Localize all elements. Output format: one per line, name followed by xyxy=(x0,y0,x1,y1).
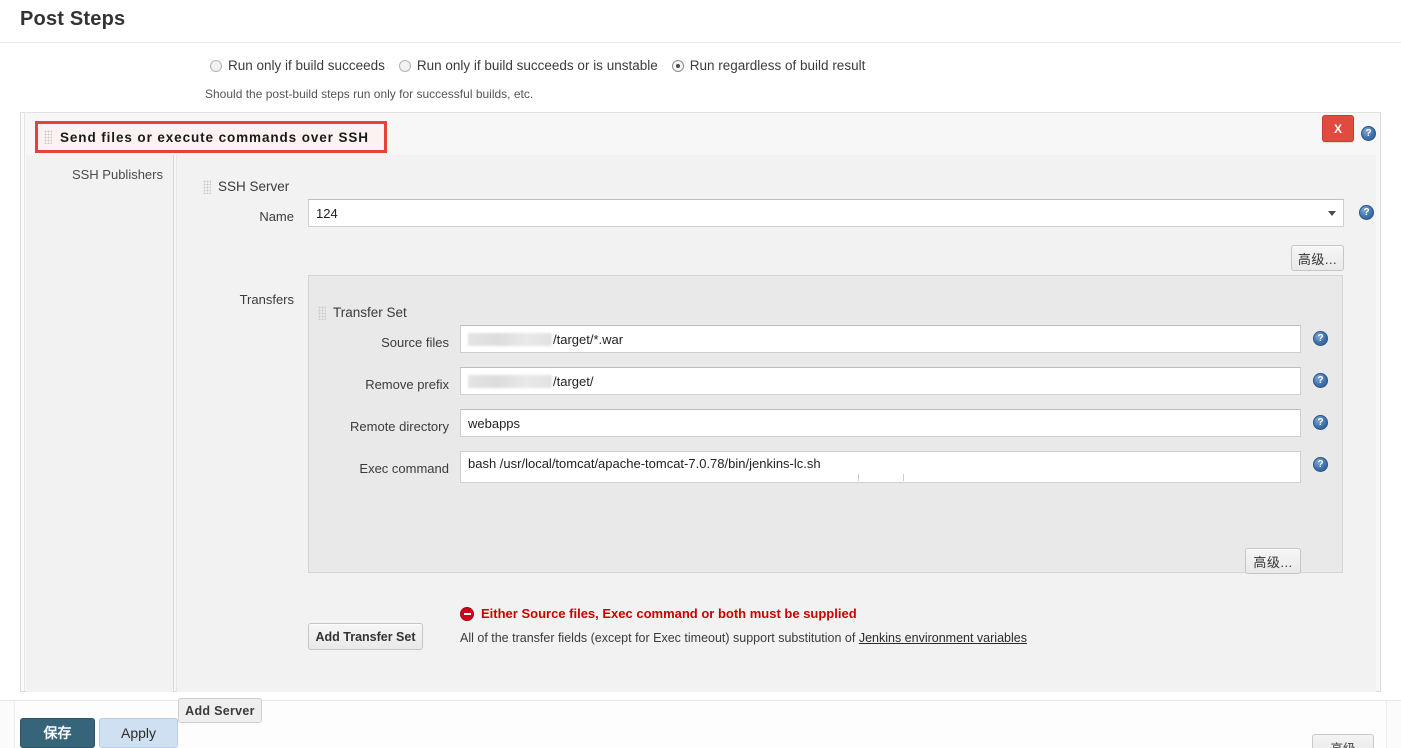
publisher-content: SSH Server Name 124 ? 高级... Transfers Tr… xyxy=(176,155,1376,692)
help-icon-publisher[interactable]: ? xyxy=(1361,126,1376,141)
title-divider xyxy=(0,42,1401,43)
ssh-server-group-header: SSH Server xyxy=(203,179,289,194)
save-button[interactable]: 保存 xyxy=(20,718,95,748)
exec-command-label: Exec command xyxy=(359,461,449,476)
note-prefix: All of the transfer fields (except for E… xyxy=(460,631,859,645)
page-title: Post Steps xyxy=(20,8,126,30)
panel-left-edge xyxy=(21,113,25,691)
help-icon-remove-prefix[interactable]: ? xyxy=(1313,373,1328,388)
radio-label: Run only if build succeeds or is unstabl… xyxy=(416,58,658,73)
transfer-fields-note: All of the transfer fields (except for E… xyxy=(460,631,1027,645)
redacted-path-block xyxy=(468,332,552,346)
ssh-server-name-select[interactable]: 124 xyxy=(308,199,1344,227)
post-step-description: Should the post-build steps run only for… xyxy=(205,87,534,101)
transfer-set-header: Transfer Set xyxy=(318,305,407,320)
drag-handle-icon[interactable] xyxy=(203,179,211,194)
chevron-down-icon[interactable] xyxy=(1328,211,1336,216)
apply-button[interactable]: Apply xyxy=(99,718,178,748)
jenkins-env-variables-link[interactable]: Jenkins environment variables xyxy=(859,631,1027,645)
radio-icon-selected[interactable] xyxy=(671,59,684,72)
radio-option-build-succeeds[interactable]: Run only if build succeeds xyxy=(210,58,385,73)
app-root: Post Steps Run only if build succeeds Ru… xyxy=(0,0,1401,748)
source-files-input[interactable]: /target/*.war xyxy=(460,325,1301,353)
name-label: Name xyxy=(259,209,294,224)
ssh-server-advanced-button[interactable]: 高级... xyxy=(1291,245,1344,271)
remote-directory-input[interactable]: webapps xyxy=(460,409,1301,437)
section-header-highlight[interactable]: Send files or execute commands over SSH xyxy=(35,121,387,153)
ssh-publisher-panel: Send files or execute commands over SSH … xyxy=(20,112,1381,692)
drag-handle-icon[interactable] xyxy=(44,130,52,144)
help-icon-source-files[interactable]: ? xyxy=(1313,331,1328,346)
radio-option-build-succeeds-or-unstable[interactable]: Run only if build succeeds or is unstabl… xyxy=(398,58,658,73)
remote-directory-label: Remote directory xyxy=(350,419,449,434)
drag-handle-icon[interactable] xyxy=(318,305,326,320)
source-files-label: Source files xyxy=(381,335,449,350)
ssh-publishers-label: SSH Publishers xyxy=(71,167,163,182)
validation-error: Either Source files, Exec command or bot… xyxy=(460,606,857,621)
exec-command-value: bash /usr/local/tomcat/apache-tomcat-7.0… xyxy=(468,456,821,471)
radio-icon[interactable] xyxy=(398,59,411,72)
footer-advanced-button[interactable]: 高级 xyxy=(1312,734,1374,748)
source-files-value: /target/*.war xyxy=(553,331,624,347)
remote-directory-value: webapps xyxy=(468,415,521,431)
radio-option-regardless-of-result[interactable]: Run regardless of build result xyxy=(671,58,866,73)
post-step-trigger-radio-group: Run only if build succeeds Run only if b… xyxy=(210,58,879,73)
help-icon-ssh-server-name[interactable]: ? xyxy=(1359,205,1374,220)
transfers-label: Transfers xyxy=(239,292,294,307)
add-server-button[interactable]: Add Server xyxy=(178,698,262,723)
section-title: Send files or execute commands over SSH xyxy=(60,129,369,145)
add-transfer-set-button[interactable]: Add Transfer Set xyxy=(308,623,423,650)
ssh-server-name-value: 124 xyxy=(316,205,338,221)
error-circle-minus-icon xyxy=(460,606,474,621)
textarea-resize-handle[interactable] xyxy=(857,474,904,481)
delete-publisher-button[interactable]: X xyxy=(1322,115,1354,142)
validation-error-text: Either Source files, Exec command or bot… xyxy=(481,606,857,621)
radio-label: Run regardless of build result xyxy=(689,58,866,73)
publisher-left-column: SSH Publishers xyxy=(26,155,174,692)
transfer-set-advanced-button[interactable]: 高级... xyxy=(1245,548,1301,574)
remove-prefix-input[interactable]: /target/ xyxy=(460,367,1301,395)
remove-prefix-value: /target/ xyxy=(553,373,594,389)
help-icon-remote-directory[interactable]: ? xyxy=(1313,415,1328,430)
redacted-path-block xyxy=(468,374,552,388)
radio-icon[interactable] xyxy=(210,59,222,72)
radio-label: Run only if build succeeds xyxy=(228,58,385,73)
help-icon-exec-command[interactable]: ? xyxy=(1313,457,1328,472)
transfer-set-title: Transfer Set xyxy=(333,305,407,320)
ssh-server-group-title: SSH Server xyxy=(218,179,290,194)
remove-prefix-label: Remove prefix xyxy=(365,377,449,392)
exec-command-textarea[interactable]: bash /usr/local/tomcat/apache-tomcat-7.0… xyxy=(460,451,1301,483)
